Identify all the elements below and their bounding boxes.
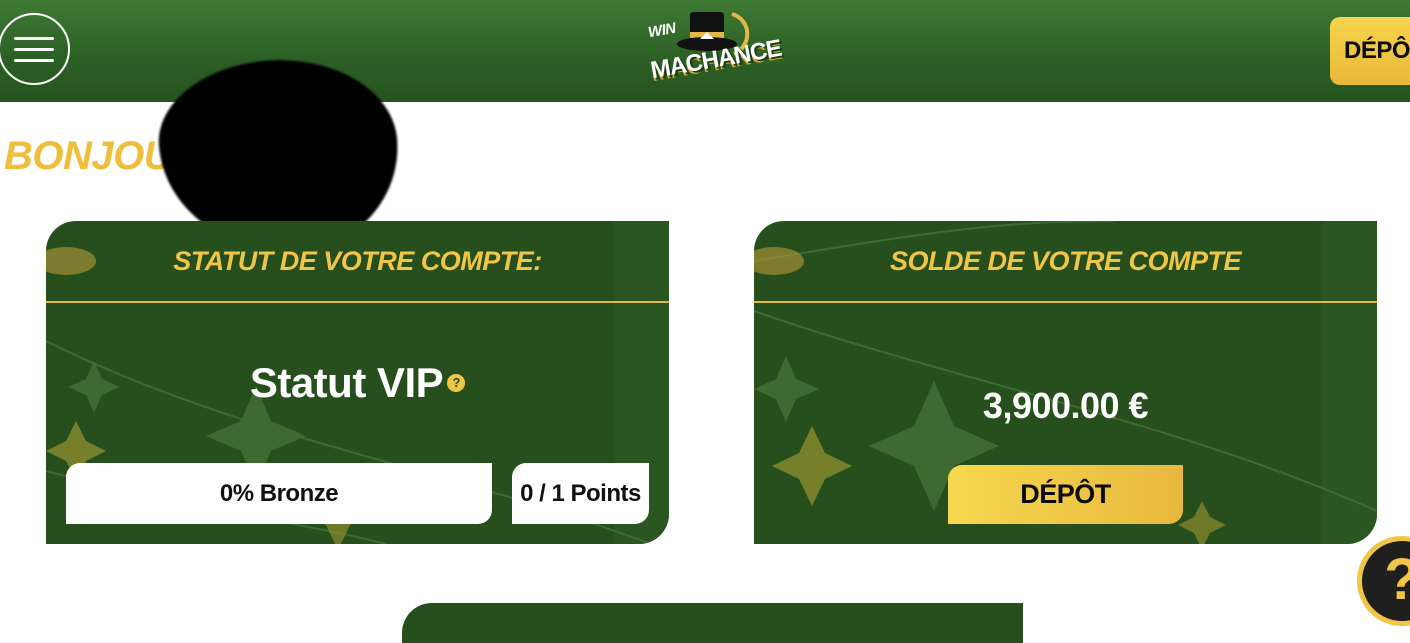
site-logo[interactable]: WIN MACHANCE <box>636 8 784 94</box>
account-status-card: STATUT DE VOTRE COMPTE: Statut VIP? 0% B… <box>46 221 669 544</box>
progress-label: 0% Bronze <box>219 479 339 507</box>
next-card-partial <box>402 603 1023 643</box>
card-header: SOLDE DE VOTRE COMPTE <box>754 221 1377 303</box>
card-header: STATUT DE VOTRE COMPTE: <box>46 221 669 303</box>
vip-status-label: Statut VIP? <box>46 359 669 407</box>
menu-line-icon <box>14 48 54 51</box>
vip-progress-bar: 0% Bronze <box>66 463 492 524</box>
hamburger-menu-button[interactable] <box>0 13 70 85</box>
balance-amount: 3,900.00 € <box>982 385 1149 426</box>
account-balance-card: SOLDE DE VOTRE COMPTE 3,900.00 € DÉPÔT <box>754 221 1377 544</box>
header-deposit-button[interactable]: DÉPÔT <box>1330 17 1410 85</box>
card-title: STATUT DE VOTRE COMPTE: <box>173 245 542 276</box>
help-question-icon[interactable]: ? <box>1357 536 1410 626</box>
menu-line-icon <box>14 59 54 62</box>
logo-win-text: WIN <box>646 19 677 42</box>
card-title: SOLDE DE VOTRE COMPTE <box>889 245 1242 276</box>
deposit-button[interactable]: DÉPÔT <box>948 465 1183 524</box>
vip-status-text: Statut VIP <box>249 359 444 406</box>
menu-line-icon <box>14 37 54 40</box>
points-counter: 0 / 1 Points <box>512 463 649 524</box>
vip-help-icon[interactable]: ? <box>447 374 466 392</box>
